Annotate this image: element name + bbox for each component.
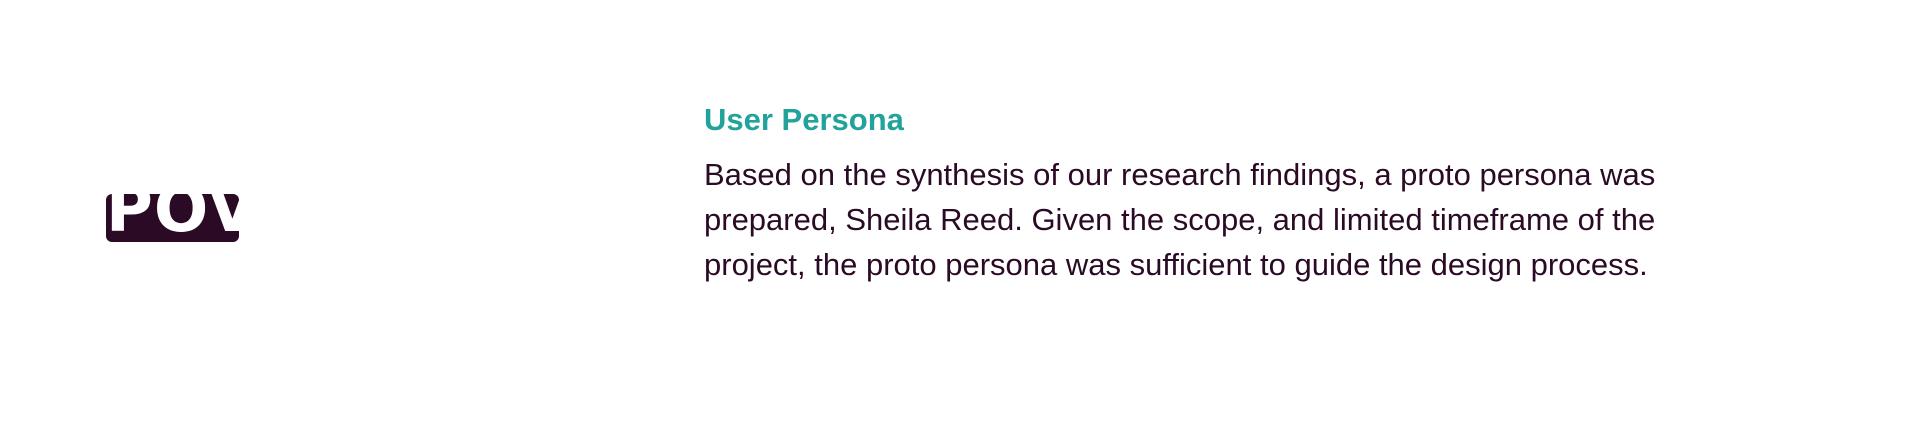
persona-section: User Persona Based on the synthesis of o… (704, 100, 1784, 287)
section-body: Based on the synthesis of our research f… (704, 157, 1656, 282)
pov-label: POV (106, 173, 259, 247)
section-title: User Persona (704, 102, 904, 137)
pov-badge: POV (106, 174, 257, 246)
page: POV User Persona Based on the synthesis … (0, 0, 1920, 429)
